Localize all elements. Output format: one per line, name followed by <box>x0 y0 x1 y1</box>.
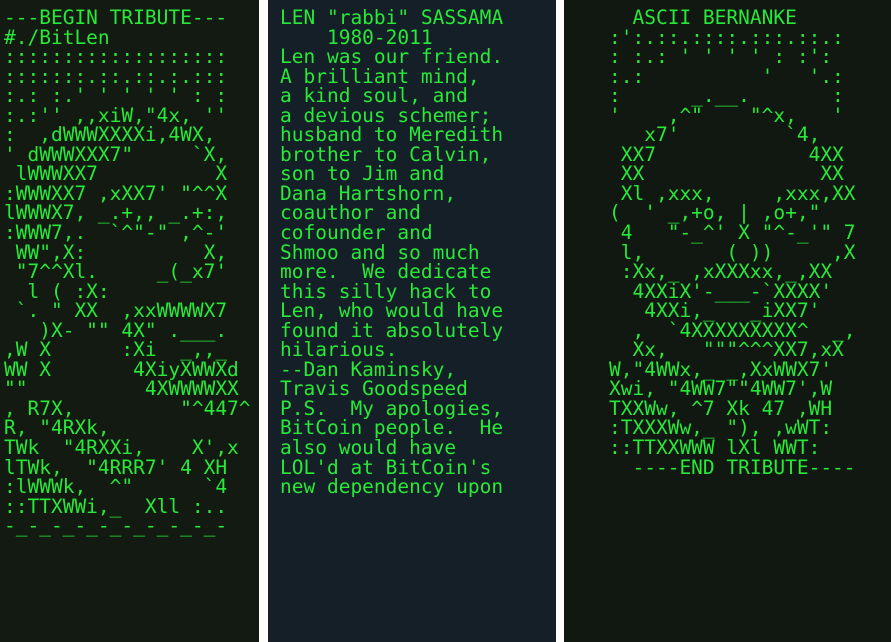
left-panel-line: "" 4XWWWWXX <box>4 377 239 401</box>
right-panel-line: :Xx,_ ,xXXXxx,_,XX <box>609 260 833 284</box>
middle-panel-line: a kind soul, and <box>280 84 468 108</box>
right-panel-line: : _.__. : <box>609 84 844 108</box>
right-panel-line: 4XXi,_ _iXX7' <box>609 299 821 323</box>
middle-panel-line: also would have <box>280 436 457 460</box>
left-panel-line: :.: :.' ' ' ' ' : : <box>4 84 228 108</box>
middle-panel-line: Travis Goodspeed <box>280 377 468 401</box>
middle-panel-line: husband to Meredith <box>280 123 504 147</box>
right-panel-line: Xx, """^^^XX7,xX <box>609 338 844 362</box>
left-panel-line: lWWWXX7 X <box>4 162 228 186</box>
left-panel-line: ::::::::::::::::::: <box>4 45 228 69</box>
left-panel-line: TWk "4RXXi, X',x <box>4 436 239 460</box>
left-panel-line: :lWWWk, ^" `4 <box>4 475 228 499</box>
middle-panel-line: son to Jim and <box>280 162 445 186</box>
middle-panel-line: new dependency upon <box>280 475 504 499</box>
left-panel-line: ---BEGIN TRIBUTE--- <box>4 6 228 29</box>
left-panel-line: -_-_-_-_-_-_-_-_-_- <box>4 514 228 538</box>
right-panel-line: x7' `4, <box>609 123 821 147</box>
right-panel-line: ----END TRIBUTE---- <box>609 455 856 479</box>
right-panel-line: ::TTXXWWW lXl WWT: <box>609 436 821 460</box>
left-terminal-panel: ---BEGIN TRIBUTE--- #./BitLen::::::::::::… <box>0 0 259 642</box>
left-panel-line: : ,dWWWXXXXi,4WX, <box>4 123 216 147</box>
left-panel-line: ,W X :Xi _,,_ <box>4 338 228 362</box>
left-panel-line: `. " XX ,xxWWWWX7 <box>4 299 228 323</box>
middle-panel-line: hilarious. <box>280 338 398 362</box>
middle-terminal-panel: LEN "rabbi" SASSAMA 1980-2011 Len was our… <box>268 0 556 642</box>
right-panel-line: 4 "-_^' X "^-_'" 7 <box>609 221 856 245</box>
middle-panel-line: Len was our friend. <box>280 45 504 69</box>
middle-panel-line: cofounder and <box>280 221 433 245</box>
middle-panel-line: more. We dedicate <box>280 260 492 284</box>
middle-panel-line: LEN "rabbi" SASSAMA <box>280 6 504 29</box>
right-panel-line: ASCII BERNANKE <box>609 6 797 29</box>
right-panel-line: Xwi, "4WW7""4WW7',W <box>609 377 833 401</box>
middle-panel-line: Len, who would have <box>280 299 504 323</box>
right-panel-line: XX XX <box>609 162 844 186</box>
left-panel-line: "7^^Xl. _(_x7' <box>4 260 228 284</box>
right-panel-line: : :.: ' ' ' ' : :': <box>609 45 833 69</box>
left-panel-line: :WWW7,. `^"-" ,^-' <box>4 221 228 245</box>
right-terminal-panel: ASCII BERNANKE:':.::.::::.:::.::.:: :.: … <box>564 0 891 642</box>
